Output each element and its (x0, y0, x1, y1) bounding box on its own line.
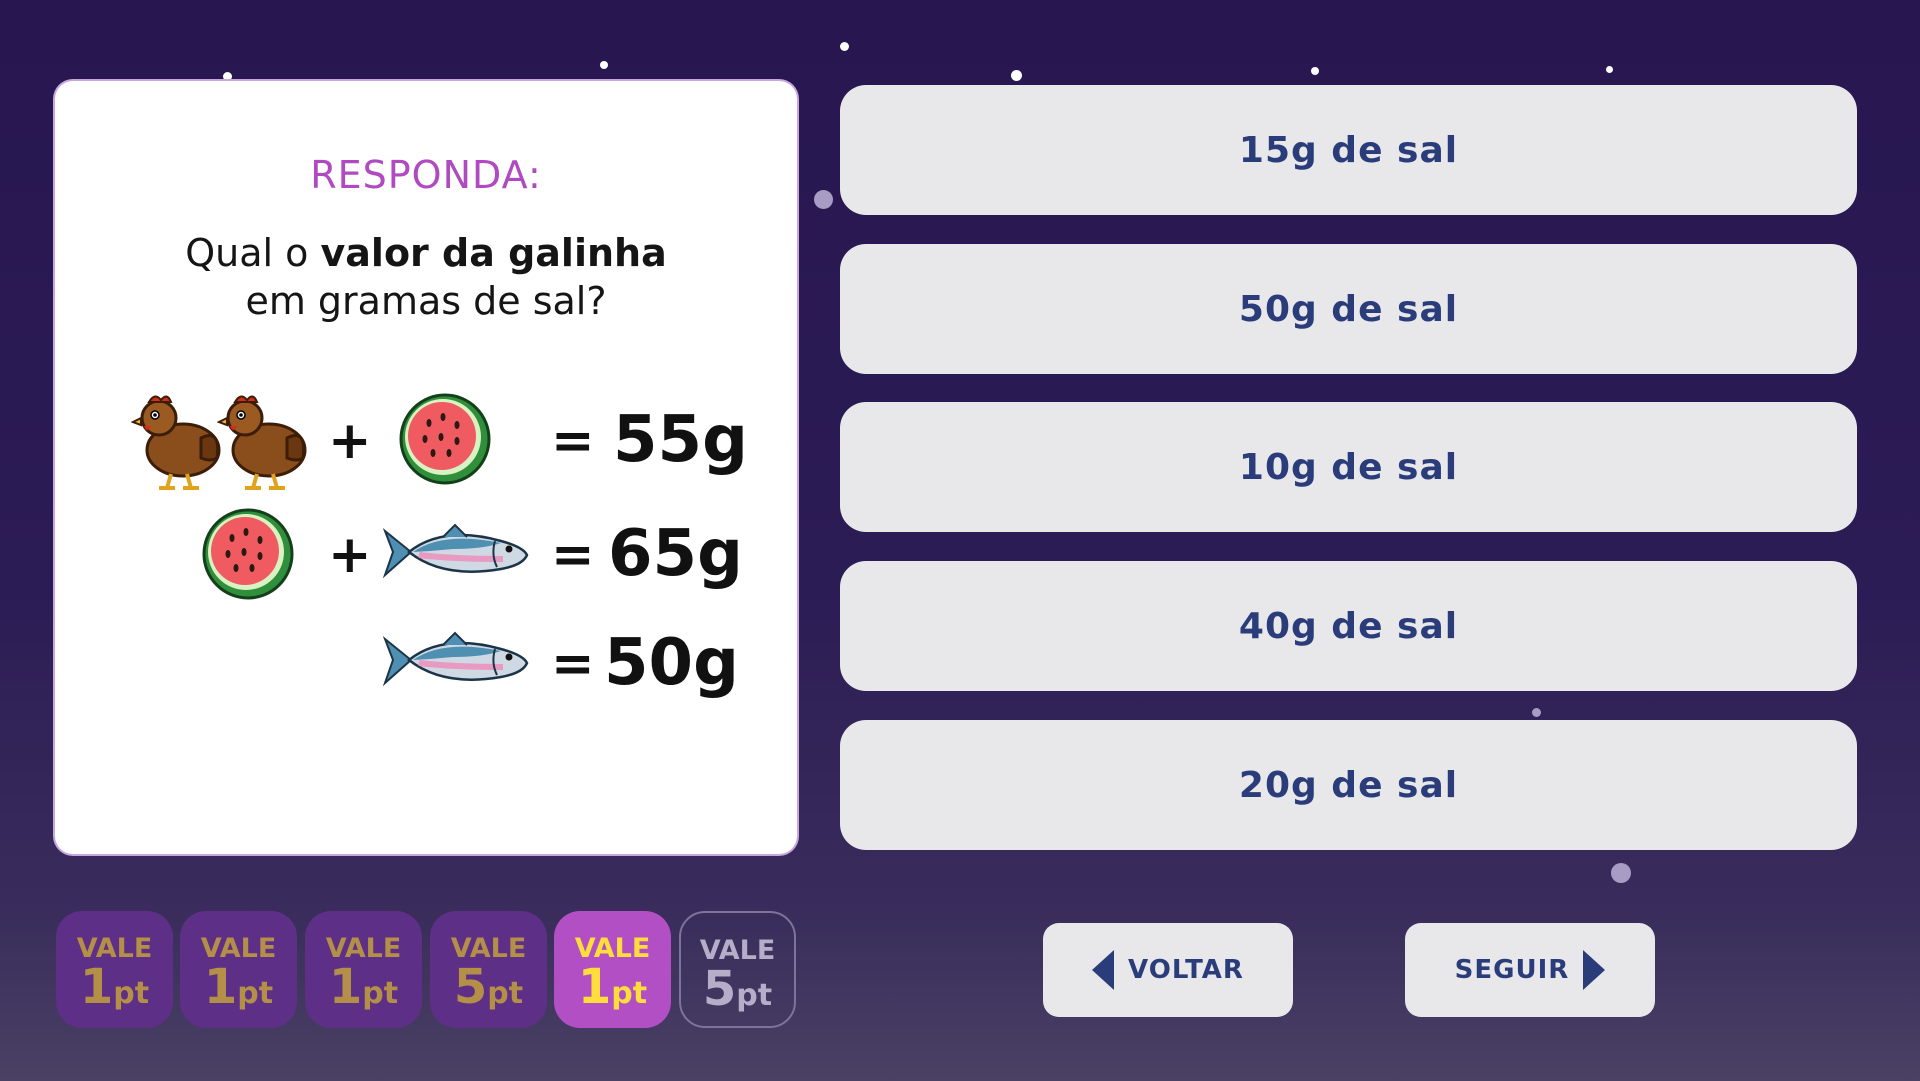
points-chip-value: 1pt (554, 959, 671, 1015)
equation-value: 50g (604, 626, 739, 700)
chicken-icon (217, 395, 307, 490)
points-chip: VALE 1pt (305, 911, 422, 1028)
star (600, 61, 608, 69)
fish-icon (383, 631, 529, 687)
watermelon-icon (202, 508, 294, 600)
equation-value: 65g (608, 517, 743, 591)
back-button-label: VOLTAR (1128, 955, 1244, 985)
points-number: 1 (328, 959, 363, 1015)
star (1606, 66, 1613, 73)
points-chip: VALE 1pt (180, 911, 297, 1028)
back-button[interactable]: VOLTAR (1043, 923, 1293, 1017)
star (1011, 70, 1022, 81)
next-button[interactable]: SEGUIR (1405, 923, 1655, 1017)
points-chip-value: 1pt (180, 959, 297, 1015)
points-chip-value: 5pt (430, 959, 547, 1015)
star (1611, 863, 1631, 883)
equals-sign: = (551, 525, 595, 585)
points-chip-value: 1pt (305, 959, 422, 1015)
arrow-right-icon (1583, 950, 1606, 990)
chicken-icon (131, 395, 221, 490)
watermelon-icon (399, 393, 491, 485)
points-chip-current: VALE 1pt (554, 911, 671, 1028)
plus-sign: + (328, 525, 372, 585)
answer-option-1[interactable]: 15g de sal (840, 85, 1857, 215)
answer-option-3[interactable]: 10g de sal (840, 402, 1857, 532)
points-unit: pt (113, 976, 150, 1011)
points-number: 1 (203, 959, 238, 1015)
star (1532, 708, 1541, 717)
points-unit: pt (611, 976, 648, 1011)
points-number: 5 (453, 959, 488, 1015)
answer-option-2[interactable]: 50g de sal (840, 244, 1857, 374)
points-chip: VALE 5pt (679, 911, 796, 1028)
question-line1-prefix: Qual o (185, 231, 321, 275)
points-chip: VALE 5pt (430, 911, 547, 1028)
equals-sign: = (551, 411, 595, 471)
fish-icon (383, 523, 529, 579)
star (840, 42, 849, 51)
question-line1-bold: valor da galinha (320, 231, 667, 275)
question-card: RESPONDA: Qual o valor da galinha em gra… (55, 81, 797, 854)
answer-option-5[interactable]: 20g de sal (840, 720, 1857, 850)
star (1311, 67, 1319, 75)
question-text: Qual o valor da galinha em gramas de sal… (55, 229, 797, 325)
points-unit: pt (487, 976, 524, 1011)
points-chip: VALE 1pt (56, 911, 173, 1028)
question-line2: em gramas de sal? (245, 279, 607, 323)
points-number: 1 (79, 959, 114, 1015)
star (223, 72, 232, 81)
points-number: 1 (577, 959, 612, 1015)
next-button-label: SEGUIR (1454, 955, 1570, 985)
plus-sign: + (328, 411, 372, 471)
points-unit: pt (736, 978, 773, 1013)
points-chip-value: 1pt (56, 959, 173, 1015)
points-chip-value: 5pt (681, 961, 794, 1017)
question-heading: RESPONDA: (310, 153, 542, 197)
points-unit: pt (362, 976, 399, 1011)
arrow-left-icon (1092, 950, 1115, 990)
star (814, 190, 833, 209)
equation-value: 55g (613, 403, 748, 477)
points-number: 5 (702, 961, 737, 1017)
answer-option-4[interactable]: 40g de sal (840, 561, 1857, 691)
points-unit: pt (237, 976, 274, 1011)
equals-sign: = (551, 634, 595, 694)
